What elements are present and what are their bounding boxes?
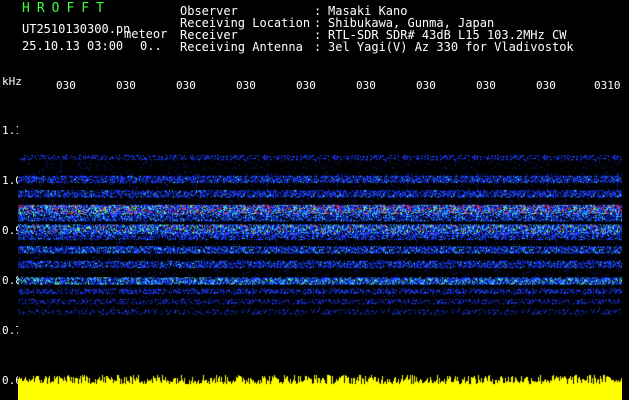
info-label-antenna: Receiving Antenna bbox=[180, 40, 303, 54]
x-tick: 030 bbox=[536, 79, 556, 92]
counter-label: 0.. bbox=[140, 39, 162, 53]
x-tick: 030 bbox=[56, 79, 76, 92]
x-tick: 030 bbox=[116, 79, 136, 92]
y-axis-unit: kHz bbox=[2, 75, 22, 88]
x-tick: 030 bbox=[236, 79, 256, 92]
x-tick: 0310 bbox=[594, 79, 621, 92]
filename-label: UT2510130300.pn bbox=[22, 22, 131, 36]
x-tick: 030 bbox=[296, 79, 316, 92]
x-tick: 030 bbox=[356, 79, 376, 92]
amplitude-bar bbox=[18, 370, 622, 400]
waterfall-spectrogram bbox=[18, 98, 622, 380]
x-tick: 030 bbox=[416, 79, 436, 92]
x-tick: 030 bbox=[476, 79, 496, 92]
info-value-antenna: 3el Yagi(V) Az 330 for Vladivostok bbox=[328, 40, 574, 54]
datetime-label: 25.10.13 03:00 bbox=[22, 39, 124, 53]
app-title: HROFFT bbox=[22, 1, 111, 16]
x-tick: 030 bbox=[176, 79, 196, 92]
info-sep: : bbox=[314, 40, 322, 54]
